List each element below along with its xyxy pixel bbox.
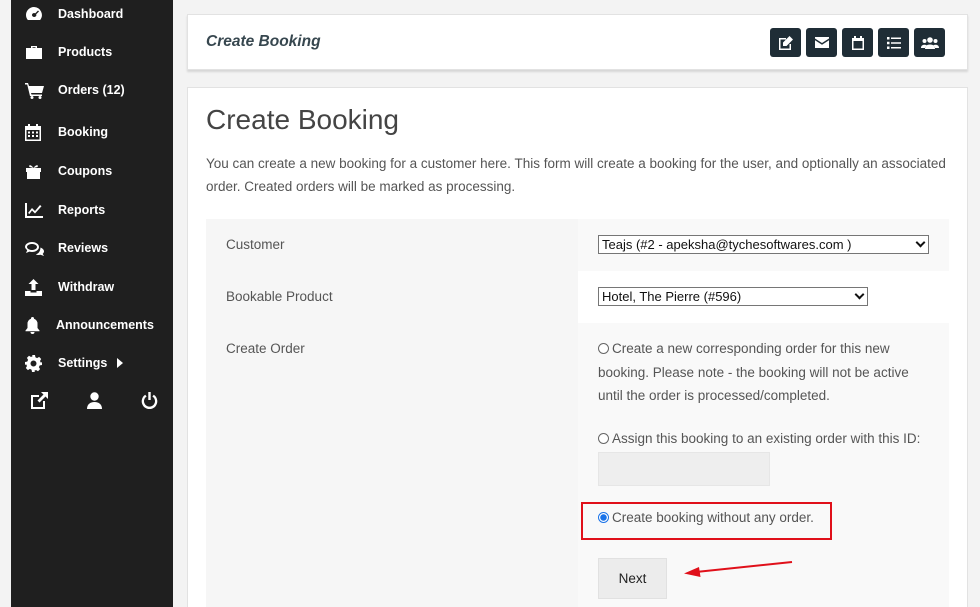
- gear-icon: [25, 354, 45, 372]
- sidebar-item-reports[interactable]: Reports: [25, 199, 105, 221]
- chevron-down-icon: [915, 237, 926, 248]
- comments-icon: [25, 240, 45, 256]
- sidebar-item-label: Reviews: [58, 241, 109, 255]
- user-icon[interactable]: [84, 390, 104, 410]
- option-new-order-line1: Create a new corresponding order for thi…: [612, 341, 890, 356]
- existing-order-id-input[interactable]: [598, 452, 770, 486]
- product-select-value: Hotel, The Pierre (#596): [602, 289, 742, 304]
- list-icon: [886, 36, 901, 49]
- envelope-icon: [814, 37, 829, 48]
- calendar-icon: [25, 123, 45, 141]
- sidebar-item-dashboard[interactable]: Dashboard: [25, 3, 123, 25]
- customer-select[interactable]: Teajs (#2 - apeksha@tychesoftwares.com ): [598, 235, 929, 254]
- email-button[interactable]: [806, 28, 837, 57]
- users-icon: [920, 36, 939, 49]
- label-column: [206, 219, 578, 607]
- radio-new-order[interactable]: [598, 343, 609, 354]
- option-new-order: Create a new corresponding order for thi…: [598, 337, 938, 408]
- intro-text: You can create a new booking for a custo…: [206, 156, 946, 194]
- sidebar-item-booking[interactable]: Booking: [25, 121, 108, 143]
- sidebar-item-orders[interactable]: Orders (12): [25, 79, 125, 101]
- edit-icon: [778, 35, 793, 50]
- page-title: Create Booking: [206, 104, 400, 135]
- highlight-box: [581, 502, 832, 540]
- option-new-order-line3: until the order is processed/completed.: [598, 388, 830, 403]
- cart-icon: [25, 82, 45, 99]
- briefcase-icon: [25, 44, 45, 60]
- create-order-label: Create Order: [226, 341, 305, 356]
- sidebar-item-label: Dashboard: [58, 7, 124, 21]
- calendar-button[interactable]: [842, 28, 873, 57]
- option-existing-order-text: Assign this booking to an existing order…: [612, 431, 921, 446]
- sidebar-item-label: Orders (12): [58, 83, 125, 97]
- product-label: Bookable Product: [226, 289, 333, 304]
- radio-existing-order[interactable]: [598, 433, 609, 444]
- header-toolbar: [770, 28, 945, 57]
- gift-icon: [25, 163, 45, 179]
- external-link-icon[interactable]: [29, 390, 49, 410]
- customer-select-value: Teajs (#2 - apeksha@tychesoftwares.com ): [602, 237, 852, 252]
- sidebar-item-label: Settings: [58, 356, 108, 370]
- bell-icon: [25, 316, 45, 334]
- upload-icon: [25, 278, 45, 296]
- sidebar-bottom-icons: [29, 390, 159, 410]
- option-new-order-line2: booking. Please note - the booking will …: [598, 364, 909, 380]
- chevron-down-icon: [854, 289, 865, 300]
- sidebar-item-withdraw[interactable]: Withdraw: [25, 276, 114, 298]
- calendar-icon: [851, 35, 864, 50]
- sidebar-item-label: Reports: [58, 203, 106, 217]
- annotation-arrow: [684, 561, 793, 577]
- list-button[interactable]: [878, 28, 909, 57]
- sidebar-item-label: Announcements: [56, 318, 154, 332]
- sidebar-item-label: Coupons: [58, 164, 113, 178]
- next-button[interactable]: Next: [598, 558, 667, 599]
- sidebar-item-label: Withdraw: [58, 280, 115, 294]
- chart-icon: [25, 202, 45, 218]
- power-icon[interactable]: [139, 390, 159, 410]
- dashboard-icon: [25, 6, 45, 22]
- customer-label: Customer: [226, 237, 285, 252]
- header-title: Create Booking: [206, 33, 321, 50]
- sidebar-item-settings[interactable]: Settings: [25, 352, 124, 374]
- main-content: Create Booking You can create a new book…: [187, 87, 968, 607]
- caret-right-icon: [117, 358, 124, 368]
- sidebar-item-label: Products: [58, 45, 113, 59]
- sidebar: Dashboard Products Orders (12) Booking C…: [11, 0, 173, 607]
- sidebar-item-coupons[interactable]: Coupons: [25, 160, 112, 182]
- customers-button[interactable]: [914, 28, 945, 57]
- edit-button[interactable]: [770, 28, 801, 57]
- page-header: Create Booking: [187, 14, 968, 70]
- sidebar-item-reviews[interactable]: Reviews: [25, 237, 108, 259]
- sidebar-item-label: Booking: [58, 125, 108, 139]
- sidebar-item-products[interactable]: Products: [25, 41, 112, 63]
- sidebar-item-announcements[interactable]: Announcements: [25, 314, 154, 336]
- option-existing-order: Assign this booking to an existing order…: [598, 427, 948, 451]
- bookable-product-select[interactable]: Hotel, The Pierre (#596): [598, 287, 868, 306]
